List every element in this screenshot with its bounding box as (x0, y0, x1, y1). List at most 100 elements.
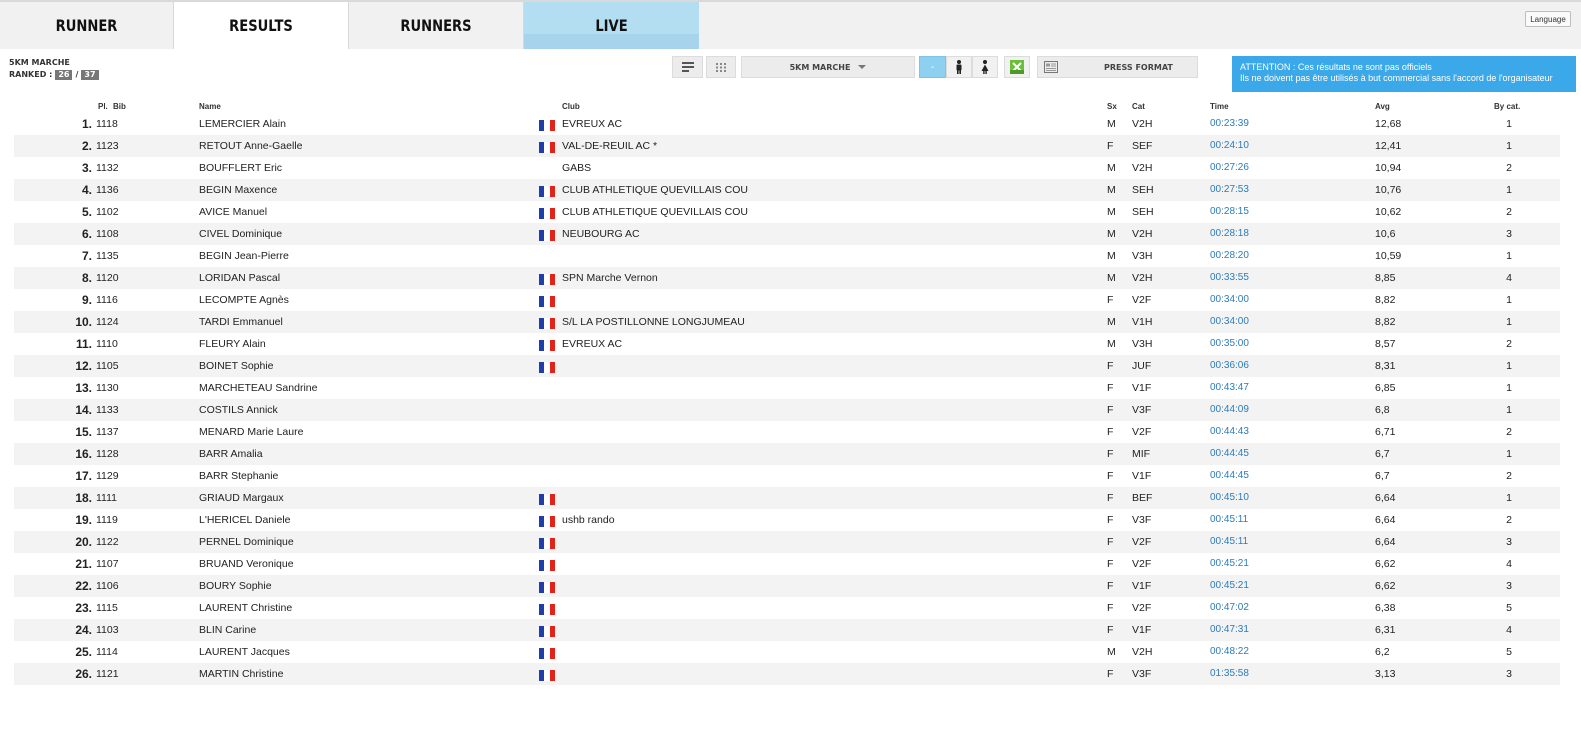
time-link[interactable]: 01:35:58 (1210, 663, 1249, 685)
france-flag-icon (539, 186, 555, 197)
time-link[interactable]: 00:27:26 (1210, 157, 1249, 179)
ranked-count: 26 (55, 70, 73, 80)
table-row[interactable]: 9. 1116 LECOMPTE Agnès F V2F 00:34:00 8,82 1 (14, 289, 1560, 311)
runner-name[interactable]: MARTIN Christine (199, 663, 283, 685)
table-row[interactable]: 25. 1114 LAURENT Jacques M V2H 00:48:22 6,2 5 (14, 641, 1560, 663)
runner-name[interactable]: BOURY Sophie (199, 575, 272, 597)
runner-name[interactable]: BRUAND Veronique (199, 553, 294, 575)
time-link[interactable]: 00:45:10 (1210, 487, 1249, 509)
table-row[interactable]: 7. 1135 BEGIN Jean-Pierre M V3H 00:28:20 10,59… (14, 245, 1560, 267)
time-link[interactable]: 00:45:11 (1210, 531, 1248, 553)
runner-name[interactable]: BEGIN Jean-Pierre (199, 245, 289, 267)
time-link[interactable]: 00:44:43 (1210, 421, 1249, 443)
table-row[interactable]: 13. 1130 MARCHETEAU Sandrine F V1F 00:43:47 6,… (14, 377, 1560, 399)
runner-name[interactable]: BLIN Carine (199, 619, 256, 641)
tab-results[interactable]: RESULTS (174, 2, 349, 49)
table-row[interactable]: 22. 1106 BOURY Sophie F V1F 00:45:21 6,62 3 (14, 575, 1560, 597)
runner-name[interactable]: GRIAUD Margaux (199, 487, 284, 509)
table-row[interactable]: 18. 1111 GRIAUD Margaux F BEF 00:45:10 6,64 1 (14, 487, 1560, 509)
runner-name[interactable]: BOINET Sophie (199, 355, 274, 377)
table-row[interactable]: 2. 1123 RETOUT Anne-Gaelle VAL-DE-REUIL AC … (14, 135, 1560, 157)
table-row[interactable]: 11. 1110 FLEURY Alain EVREUX AC M V3H 00:35:00… (14, 333, 1560, 355)
time-link[interactable]: 00:27:53 (1210, 179, 1249, 201)
table-row[interactable]: 12. 1105 BOINET Sophie F JUF 00:36:06 8,31 1 (14, 355, 1560, 377)
table-row[interactable]: 14. 1133 COSTILS Annick F V3F 00:44:09 6,8 1 (14, 399, 1560, 421)
runner-name[interactable]: RETOUT Anne-Gaelle (199, 135, 303, 157)
runner-name[interactable]: BOUFFLERT Eric (199, 157, 282, 179)
runner-name[interactable]: LEMERCIER Alain (199, 113, 286, 135)
list-view-button[interactable] (672, 56, 703, 78)
runner-name[interactable]: BEGIN Maxence (199, 179, 277, 201)
time-link[interactable]: 00:23:39 (1210, 113, 1249, 135)
table-row[interactable]: 17. 1129 BARR Stephanie F V1F 00:44:45 6,7 2 (14, 465, 1560, 487)
category: V2F (1132, 602, 1152, 614)
table-row[interactable]: 23. 1115 LAURENT Christine F V2F 00:47:02 6,38… (14, 597, 1560, 619)
tab-runners[interactable]: RUNNERS (349, 2, 524, 49)
time-link[interactable]: 00:47:31 (1210, 619, 1249, 641)
table-row[interactable]: 24. 1103 BLIN Carine F V1F 00:47:31 6,31 4 (14, 619, 1560, 641)
sex: F (1107, 624, 1114, 636)
table-row[interactable]: 3. 1132 BOUFFLERT Eric GABS M V2H 00:27:26 10,9… (14, 157, 1560, 179)
runner-name[interactable]: TARDI Emmanuel (199, 311, 283, 333)
time-link[interactable]: 00:34:00 (1210, 311, 1249, 333)
time-link[interactable]: 00:48:22 (1210, 641, 1249, 663)
filter-female-button[interactable] (972, 56, 998, 78)
time-link[interactable]: 00:43:47 (1210, 377, 1249, 399)
time-link[interactable]: 00:36:06 (1210, 355, 1249, 377)
runner-name[interactable]: COSTILS Annick (199, 399, 278, 421)
runner-name[interactable]: MARCHETEAU Sandrine (199, 377, 317, 399)
time-link[interactable]: 00:34:00 (1210, 289, 1249, 311)
category: V1F (1132, 624, 1152, 636)
table-row[interactable]: 15. 1137 MENARD Marie Laure F V2F 00:44:43 6,7… (14, 421, 1560, 443)
tab-results-label: RESULTS (229, 16, 293, 35)
time-link[interactable]: 00:45:21 (1210, 553, 1249, 575)
table-row[interactable]: 8. 1120 LORIDAN Pascal SPN Marche Vernon M V2… (14, 267, 1560, 289)
runner-name[interactable]: L'HERICEL Daniele (199, 509, 291, 531)
table-row[interactable]: 20. 1122 PERNEL Dominique F V2F 00:45:11 6,64 3 (14, 531, 1560, 553)
runner-name[interactable]: MENARD Marie Laure (199, 421, 303, 443)
runner-name[interactable]: LAURENT Christine (199, 597, 292, 619)
tab-runner[interactable]: RUNNER (0, 2, 174, 49)
time-link[interactable]: 00:24:10 (1210, 135, 1249, 157)
press-format-button[interactable]: PRESS FORMAT (1037, 56, 1198, 78)
runner-name[interactable]: FLEURY Alain (199, 333, 266, 355)
nav-filler (699, 2, 1581, 49)
runner-name[interactable]: PERNEL Dominique (199, 531, 294, 553)
category: MIF (1132, 448, 1151, 460)
time-link[interactable]: 00:28:15 (1210, 201, 1249, 223)
table-row[interactable]: 1. 1118 LEMERCIER Alain EVREUX AC M V2H 00:23:… (14, 113, 1560, 135)
table-row[interactable]: 21. 1107 BRUAND Veronique F V2F 00:45:21 6,62 4 (14, 553, 1560, 575)
runner-name[interactable]: LECOMPTE Agnès (199, 289, 289, 311)
runner-name[interactable]: LAURENT Jacques (199, 641, 290, 663)
time-link[interactable]: 00:28:18 (1210, 223, 1249, 245)
language-button[interactable]: Language (1525, 11, 1571, 27)
tab-live[interactable]: LIVE (524, 2, 699, 49)
time-link[interactable]: 00:45:21 (1210, 575, 1249, 597)
table-row[interactable]: 19. 1119 L'HERICEL Daniele ushb rando F V3F 00… (14, 509, 1560, 531)
table-row[interactable]: 5. 1102 AVICE Manuel CLUB ATHLETIQUE QUEVIL… (14, 201, 1560, 223)
table-row[interactable]: 16. 1128 BARR Amalia F MIF 00:44:45 6,7 1 (14, 443, 1560, 465)
race-select[interactable]: 5KM MARCHE (741, 56, 915, 78)
filter-male-button[interactable] (946, 56, 972, 78)
filter-all-button[interactable]: - (919, 56, 946, 78)
time-link[interactable]: 00:28:20 (1210, 245, 1249, 267)
time-link[interactable]: 00:45:11 (1210, 509, 1248, 531)
grid-view-button[interactable] (706, 56, 736, 78)
runner-name[interactable]: BARR Stephanie (199, 465, 278, 487)
runner-name[interactable]: BARR Amalia (199, 443, 263, 465)
runner-name[interactable]: CIVEL Dominique (199, 223, 282, 245)
time-link[interactable]: 00:33:55 (1210, 267, 1249, 289)
runner-name[interactable]: LORIDAN Pascal (199, 267, 280, 289)
table-row[interactable]: 26. 1121 MARTIN Christine F V3F 01:35:58 3,13 3 (14, 663, 1560, 685)
time-link[interactable]: 00:44:45 (1210, 465, 1249, 487)
excel-export-button[interactable] (1004, 56, 1030, 78)
table-row[interactable]: 4. 1136 BEGIN Maxence CLUB ATHLETIQUE QUEVI… (14, 179, 1560, 201)
table-row[interactable]: 10. 1124 TARDI Emmanuel S/L LA POSTILLONNE … (14, 311, 1560, 333)
time-link[interactable]: 00:44:09 (1210, 399, 1249, 421)
table-row[interactable]: 6. 1108 CIVEL Dominique NEUBOURG AC M V2H 00:2… (14, 223, 1560, 245)
rank-by-category: 1 (1506, 294, 1512, 306)
time-link[interactable]: 00:44:45 (1210, 443, 1249, 465)
runner-name[interactable]: AVICE Manuel (199, 201, 267, 223)
time-link[interactable]: 00:35:00 (1210, 333, 1249, 355)
time-link[interactable]: 00:47:02 (1210, 597, 1249, 619)
